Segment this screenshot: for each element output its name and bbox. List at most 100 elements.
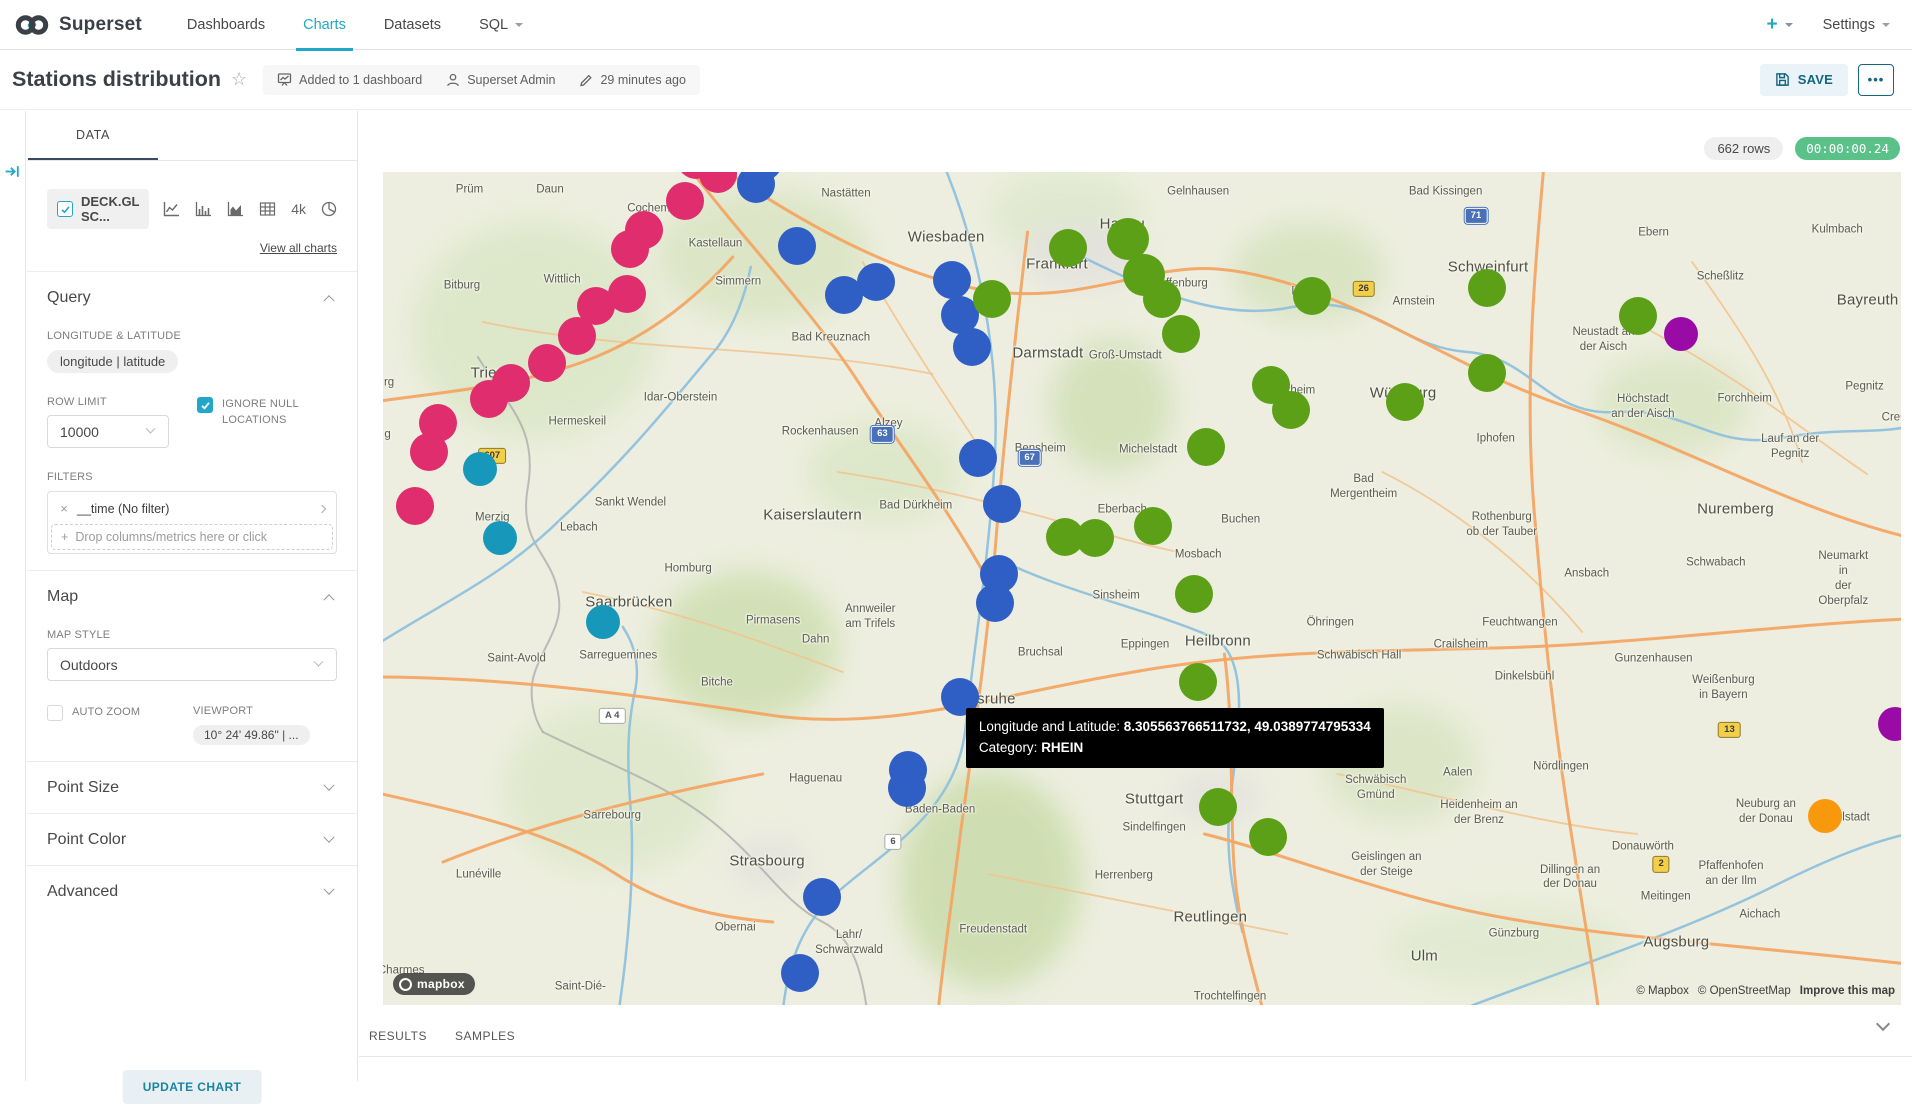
filter-item[interactable]: × __time (No filter) — [51, 495, 333, 522]
nav-item-charts[interactable]: Charts — [284, 0, 365, 50]
scatter-point-green[interactable] — [1076, 519, 1114, 557]
current-viz-pill[interactable]: DECK.GL SC... — [47, 189, 149, 229]
chevron-down-icon — [515, 23, 523, 27]
map-city-label: Donauwörth — [1612, 839, 1674, 854]
scatter-point-cyan[interactable] — [483, 521, 517, 555]
section-advanced[interactable]: Advanced — [47, 866, 337, 901]
scatter-point-green[interactable] — [1199, 788, 1237, 826]
tab-samples[interactable]: SAMPLES — [455, 1029, 515, 1043]
scatter-point-pink[interactable] — [666, 182, 704, 220]
favorite-star-icon[interactable]: ☆ — [231, 69, 247, 90]
scatter-point-pink[interactable] — [558, 317, 596, 355]
dashboard-icon — [277, 72, 292, 87]
viewport-value: 10° 24' 49.86" | ... — [193, 725, 310, 745]
scatter-point-blue[interactable] — [959, 439, 997, 477]
scatter-point-green[interactable] — [1619, 297, 1657, 335]
map-city-label: Kastellaun — [689, 236, 743, 251]
map-city-label: Neuburg an der Donau — [1736, 797, 1796, 827]
tab-data[interactable]: DATA — [28, 111, 158, 160]
nav-item-sql[interactable]: SQL — [460, 0, 542, 50]
map-attribution: © Mapbox © OpenStreetMap Improve this ma… — [1636, 985, 1895, 997]
map-city-label: Pfaffenhofen an der Ilm — [1698, 859, 1763, 889]
bar-chart-icon[interactable] — [195, 201, 212, 217]
scatter-point-green[interactable] — [1468, 354, 1506, 392]
scatter-point-pink[interactable] — [611, 230, 649, 268]
area-chart-icon[interactable] — [227, 201, 244, 217]
scatter-point-blue[interactable] — [803, 878, 841, 916]
map-city-label: Creußen — [1882, 410, 1901, 425]
tab-results[interactable]: RESULTS — [369, 1029, 427, 1043]
map-city-label: g — [384, 428, 390, 443]
scatter-point-green[interactable] — [1175, 575, 1213, 613]
scatter-point-green[interactable] — [1134, 507, 1172, 545]
scatter-point-purple[interactable] — [1664, 317, 1698, 351]
scatter-point-green[interactable] — [1143, 280, 1181, 318]
scatter-point-blue[interactable] — [976, 584, 1014, 622]
scatter-point-green[interactable] — [1293, 277, 1331, 315]
scatter-point-green[interactable] — [1162, 315, 1200, 353]
ignore-null-checkbox[interactable] — [197, 397, 213, 413]
new-item-button[interactable]: + — [1766, 14, 1792, 36]
scatter-point-orange[interactable] — [1808, 799, 1842, 833]
scatter-point-blue[interactable] — [857, 263, 895, 301]
scatter-point-blue[interactable] — [888, 769, 926, 807]
scatter-point-blue[interactable] — [778, 227, 816, 265]
lon-lat-chip[interactable]: longitude | latitude — [47, 350, 178, 373]
scatter-point-pink[interactable] — [410, 433, 448, 471]
pie-chart-icon[interactable] — [321, 201, 337, 217]
infinity-logo-icon — [14, 13, 50, 37]
dashboard-count[interactable]: Added to 1 dashboard — [277, 72, 422, 87]
map-city-label: Bad Mergentheim — [1330, 472, 1397, 502]
scatter-point-green[interactable] — [1468, 269, 1506, 307]
scatter-point-blue[interactable] — [781, 954, 819, 992]
scatter-point-pink[interactable] — [528, 344, 566, 382]
mapbox-attribution-link[interactable]: © Mapbox — [1636, 985, 1689, 997]
chart-author: Superset Admin — [446, 73, 555, 87]
nav-item-dashboards[interactable]: Dashboards — [168, 0, 284, 50]
big-number-icon[interactable]: 4k — [291, 201, 306, 217]
line-chart-icon[interactable] — [163, 201, 180, 217]
scatter-point-green[interactable] — [1249, 818, 1287, 856]
more-options-button[interactable]: ••• — [1858, 64, 1894, 96]
deckgl-scatter-map[interactable]: PrümDaunNastättenGelnhausenBad Kissingen… — [383, 172, 1901, 1005]
superset-logo[interactable]: Superset — [14, 13, 142, 37]
map-city-label: Bitche — [701, 675, 733, 690]
section-point-size[interactable]: Point Size — [47, 762, 337, 797]
scatter-point-pink[interactable] — [396, 487, 434, 525]
row-limit-select[interactable]: 10000 — [47, 415, 169, 448]
section-map[interactable]: Map — [47, 571, 337, 606]
map-city-label: Günzburg — [1489, 927, 1540, 942]
scatter-point-pink[interactable] — [470, 380, 508, 418]
scatter-point-green[interactable] — [973, 280, 1011, 318]
scatter-point-green[interactable] — [1272, 391, 1310, 429]
scatter-point-blue[interactable] — [933, 261, 971, 299]
view-all-charts-link[interactable]: View all charts — [260, 241, 337, 255]
improve-map-link[interactable]: Improve this map — [1800, 985, 1895, 997]
update-chart-button[interactable]: UPDATE CHART — [123, 1070, 262, 1104]
scatter-point-green[interactable] — [1386, 383, 1424, 421]
filter-drop-zone[interactable]: + Drop columns/metrics here or click — [51, 524, 333, 550]
section-query[interactable]: Query — [47, 272, 337, 307]
scatter-point-green[interactable] — [1179, 663, 1217, 701]
map-style-select[interactable]: Outdoors — [47, 648, 337, 681]
map-city-label: Heilbronn — [1185, 631, 1251, 651]
table-icon[interactable] — [259, 201, 276, 217]
remove-filter-icon[interactable]: × — [51, 501, 77, 516]
settings-menu[interactable]: Settings — [1823, 17, 1890, 33]
osm-attribution-link[interactable]: © OpenStreetMap — [1698, 985, 1791, 997]
section-point-color[interactable]: Point Color — [47, 814, 337, 849]
scatter-point-cyan[interactable] — [586, 605, 620, 639]
scatter-point-cyan[interactable] — [463, 452, 497, 486]
expand-datasource-button[interactable] — [4, 163, 21, 180]
last-modified[interactable]: 29 minutes ago — [579, 73, 685, 87]
save-button[interactable]: SAVE — [1760, 64, 1848, 96]
mapbox-logo[interactable]: mapbox — [393, 973, 475, 995]
map-city-label: Rockenhausen — [782, 424, 859, 439]
auto-zoom-checkbox[interactable] — [47, 705, 63, 721]
scatter-point-green[interactable] — [1187, 428, 1225, 466]
map-city-label: Saint-Avold — [487, 652, 546, 667]
scatter-point-blue[interactable] — [983, 485, 1021, 523]
scatter-point-blue[interactable] — [953, 328, 991, 366]
nav-item-datasets[interactable]: Datasets — [365, 0, 460, 50]
scatter-point-green[interactable] — [1049, 229, 1087, 267]
